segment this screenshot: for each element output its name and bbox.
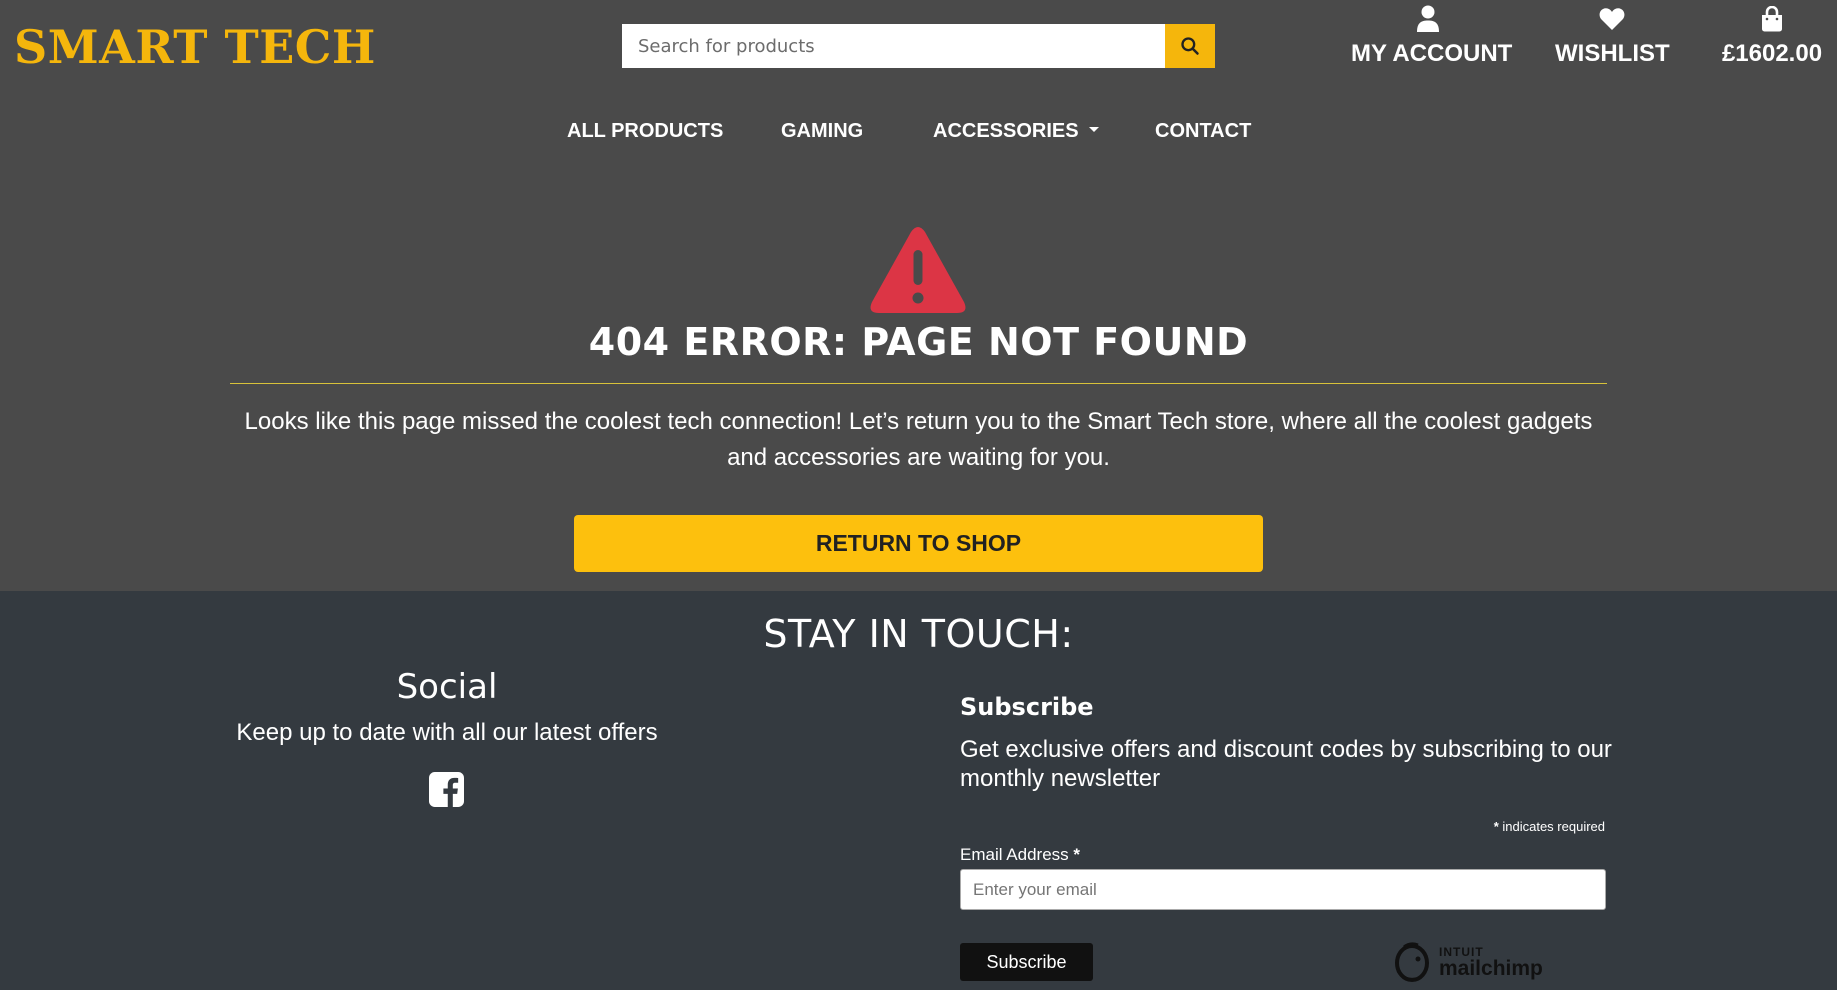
- nav-gaming[interactable]: GAMING: [781, 117, 863, 145]
- user-icon: [1417, 5, 1439, 32]
- nav-contact[interactable]: CONTACT: [1155, 117, 1251, 145]
- nav-accessories-label: ACCESSORIES: [933, 120, 1079, 142]
- error-message-line-1: Looks like this page missed the coolest …: [244, 408, 1593, 435]
- mailchimp-wordmark: INTUIT mailchimp: [1439, 946, 1543, 979]
- wishlist-label: WISHLIST: [1555, 40, 1670, 67]
- search-button[interactable]: [1165, 24, 1215, 68]
- facebook-icon[interactable]: [429, 772, 464, 807]
- error-message-line-2: and accessories are waiting for you.: [727, 444, 1110, 471]
- subscribe-text: Get exclusive offers and discount codes …: [960, 736, 1612, 792]
- subscribe-title: Subscribe: [960, 693, 1094, 721]
- wishlist-link[interactable]: WISHLIST: [1555, 4, 1670, 68]
- search-input[interactable]: [622, 24, 1165, 68]
- divider: [230, 383, 1607, 384]
- email-label: Email Address *: [960, 843, 1080, 867]
- shopping-bag-icon: [1762, 6, 1782, 32]
- mailchimp-line-1: INTUIT: [1439, 944, 1484, 959]
- required-asterisk: *: [1493, 819, 1499, 834]
- search-bar: [622, 24, 1215, 68]
- mailchimp-logo[interactable]: INTUIT mailchimp: [1392, 940, 1557, 984]
- error-message: Looks like this page missed the coolest …: [230, 404, 1607, 476]
- mailchimp-icon: [1395, 942, 1429, 982]
- email-label-text: Email Address: [960, 845, 1069, 864]
- social-text: Keep up to date with all our latest offe…: [236, 719, 658, 746]
- footer-heading: STAY IN TOUCH:: [763, 612, 1074, 656]
- social-title: Social: [396, 667, 498, 707]
- error-title: 404 ERROR: PAGE NOT FOUND: [588, 320, 1249, 364]
- return-to-shop-button[interactable]: RETURN TO SHOP: [574, 515, 1263, 572]
- footer: STAY IN TOUCH: Social Keep up to date wi…: [0, 591, 1837, 990]
- email-field[interactable]: [960, 869, 1606, 910]
- my-account-link[interactable]: MY ACCOUNT: [1351, 4, 1513, 68]
- chevron-down-icon: [1088, 127, 1099, 133]
- email-required-asterisk: *: [1073, 845, 1081, 864]
- brand-logo[interactable]: SMART TECH: [14, 18, 376, 76]
- basket-total: £1602.00: [1721, 40, 1823, 67]
- my-account-label: MY ACCOUNT: [1351, 40, 1513, 67]
- required-note: * indicates required: [1300, 818, 1605, 836]
- heart-icon: [1599, 8, 1625, 30]
- subscribe-button[interactable]: Subscribe: [960, 943, 1093, 981]
- warning-triangle-icon: [870, 227, 966, 313]
- main-section: SMART TECH MY ACCOUNT WISHLIST: [0, 0, 1837, 590]
- mailchimp-line-2: mailchimp: [1439, 956, 1543, 980]
- required-note-text: indicates required: [1502, 819, 1605, 834]
- nav-accessories[interactable]: ACCESSORIES: [933, 117, 1099, 145]
- nav-all-products[interactable]: ALL PRODUCTS: [567, 117, 723, 145]
- main-nav: ALL PRODUCTS GAMING ACCESSORIES CONTACT: [0, 117, 1837, 147]
- basket-link[interactable]: £1602.00: [1717, 4, 1827, 68]
- search-icon: [1181, 37, 1199, 55]
